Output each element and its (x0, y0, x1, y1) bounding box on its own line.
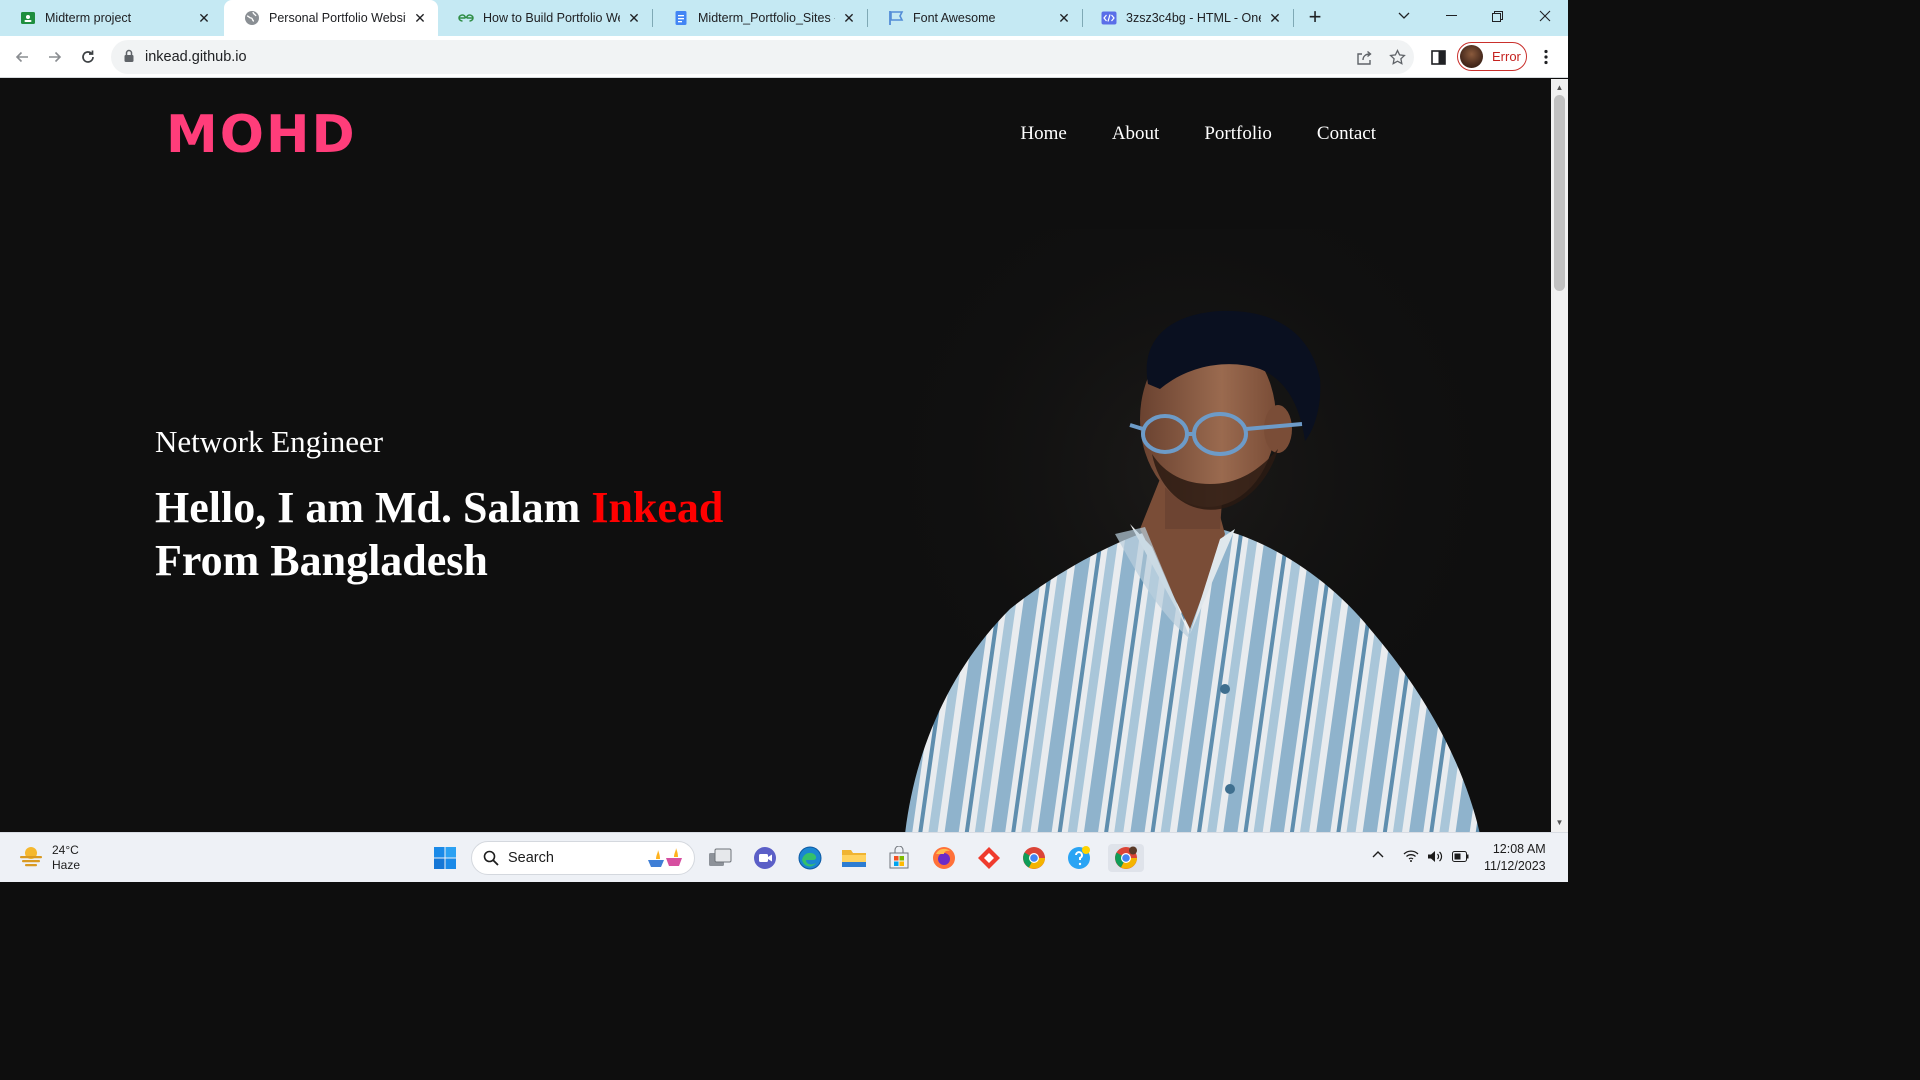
weather-widget[interactable]: 24°C Haze (18, 842, 80, 873)
haze-sun-icon (18, 842, 44, 873)
tab-font-awesome[interactable]: Font Awesome ✕ (868, 0, 1082, 36)
site-nav: Home About Portfolio Contact (1020, 123, 1376, 145)
tab-search-icon[interactable] (1381, 0, 1427, 32)
taskbar-search[interactable]: Search (471, 841, 695, 875)
profile-button[interactable]: Error (1457, 42, 1527, 71)
teams-chat-icon[interactable] (751, 844, 779, 872)
headline-intro: Hello, I am Md. Salam (155, 483, 592, 532)
close-window-button[interactable] (1522, 0, 1568, 32)
scroll-up-icon[interactable]: ▲ (1555, 83, 1564, 92)
tab-title: Font Awesome (913, 11, 996, 25)
tab-how-to-build-portfolio[interactable]: How to Build Portfolio Website ✕ (438, 0, 652, 36)
globe-icon (244, 10, 260, 26)
weather-condition: Haze (52, 857, 81, 872)
tab-separator (1293, 9, 1294, 27)
microsoft-store-icon[interactable] (885, 844, 913, 872)
anydesk-icon[interactable] (975, 844, 1003, 872)
tab-midterm-portfolio-sites[interactable]: Midterm_Portfolio_Sites - Google Docs ✕ (653, 0, 867, 36)
chrome-icon[interactable] (1020, 844, 1048, 872)
help-tips-icon[interactable] (1065, 844, 1093, 872)
taskbar-clock[interactable]: 12:08 AM 11/12/2023 (1484, 841, 1546, 875)
nav-home[interactable]: Home (1020, 123, 1066, 145)
classroom-icon (20, 10, 36, 26)
windows-taskbar: 24°C Haze Search 12:08 AM 11/12/2023 (0, 832, 1568, 882)
page-viewport: MOHD Home About Portfolio Contact Networ… (0, 79, 1551, 832)
tab-title: 3zsz3c4bg - HTML - OneCompiler (1126, 11, 1261, 25)
url-text[interactable]: inkead.github.io (145, 49, 247, 65)
close-tab-icon[interactable]: ✕ (626, 10, 642, 26)
tab-strip: Midterm project ✕ Personal Portfolio Web… (0, 0, 1568, 36)
close-tab-icon[interactable]: ✕ (412, 10, 428, 26)
chrome-profile-icon[interactable] (1108, 844, 1144, 872)
docs-icon (673, 10, 689, 26)
browser-toolbar: inkead.github.io Error (0, 36, 1568, 78)
close-tab-icon[interactable]: ✕ (1056, 10, 1072, 26)
tab-title: Personal Portfolio Website (269, 11, 406, 25)
file-explorer-icon[interactable] (840, 844, 868, 872)
nav-contact[interactable]: Contact (1317, 123, 1376, 145)
firefox-icon[interactable] (930, 844, 958, 872)
close-tab-icon[interactable]: ✕ (196, 10, 212, 26)
weather-temperature: 24°C (52, 842, 79, 857)
tab-title: How to Build Portfolio Website (483, 11, 620, 25)
menu-kebab-icon[interactable] (1533, 44, 1559, 70)
scroll-down-icon[interactable]: ▼ (1555, 818, 1564, 827)
tab-onecompiler[interactable]: 3zsz3c4bg - HTML - OneCompiler ✕ (1081, 0, 1293, 36)
restore-button[interactable] (1474, 0, 1520, 32)
tab-title: Midterm project (45, 11, 132, 25)
code-icon (1101, 10, 1117, 26)
close-tab-icon[interactable]: ✕ (841, 10, 857, 26)
tab-title: Midterm_Portfolio_Sites - Google Docs (698, 11, 835, 25)
close-tab-icon[interactable]: ✕ (1267, 10, 1283, 26)
show-hidden-icons-chevron-icon[interactable] (1372, 847, 1384, 861)
windows-start-icon[interactable] (431, 844, 459, 872)
share-icon[interactable] (1354, 47, 1374, 67)
role-title: Network Engineer (155, 424, 384, 459)
nav-about[interactable]: About (1112, 123, 1160, 145)
profile-error-label: Error (1492, 49, 1521, 64)
address-bar[interactable]: inkead.github.io (111, 40, 1414, 74)
task-view-icon[interactable] (706, 844, 734, 872)
lock-icon[interactable] (123, 49, 135, 68)
hero-headline: Hello, I am Md. Salam Inkead From Bangla… (155, 481, 723, 587)
edge-icon[interactable] (796, 844, 824, 872)
clock-date: 11/12/2023 (1484, 859, 1546, 873)
wifi-icon[interactable] (1403, 850, 1419, 865)
headline-origin: From Bangladesh (155, 536, 488, 585)
battery-icon[interactable] (1452, 851, 1469, 865)
new-tab-button[interactable]: + (1303, 6, 1327, 30)
search-icon (483, 850, 499, 871)
scrollbar-thumb[interactable] (1554, 95, 1565, 291)
geeksforgeeks-icon (458, 10, 474, 26)
side-panel-icon[interactable] (1425, 44, 1451, 70)
font-awesome-flag-icon (888, 10, 904, 26)
clock-time: 12:08 AM (1492, 842, 1546, 856)
page-scrollbar[interactable]: ▲ ▼ (1551, 79, 1568, 832)
back-button[interactable] (9, 44, 35, 70)
bookmark-star-icon[interactable] (1387, 47, 1407, 67)
profile-portrait (890, 229, 1490, 832)
headline-accent-name: Inkead (591, 483, 724, 532)
volume-icon[interactable] (1427, 850, 1444, 866)
minimize-button[interactable] (1428, 0, 1474, 32)
search-label: Search (508, 850, 554, 866)
tab-midterm-project[interactable]: Midterm project ✕ (0, 0, 222, 36)
tab-personal-portfolio[interactable]: Personal Portfolio Website ✕ (224, 0, 438, 36)
diwali-lamp-icon (644, 846, 686, 875)
forward-button[interactable] (42, 44, 68, 70)
avatar (1460, 45, 1483, 68)
nav-portfolio[interactable]: Portfolio (1204, 123, 1272, 145)
site-logo[interactable]: MOHD (166, 107, 357, 163)
reload-button[interactable] (75, 44, 101, 70)
